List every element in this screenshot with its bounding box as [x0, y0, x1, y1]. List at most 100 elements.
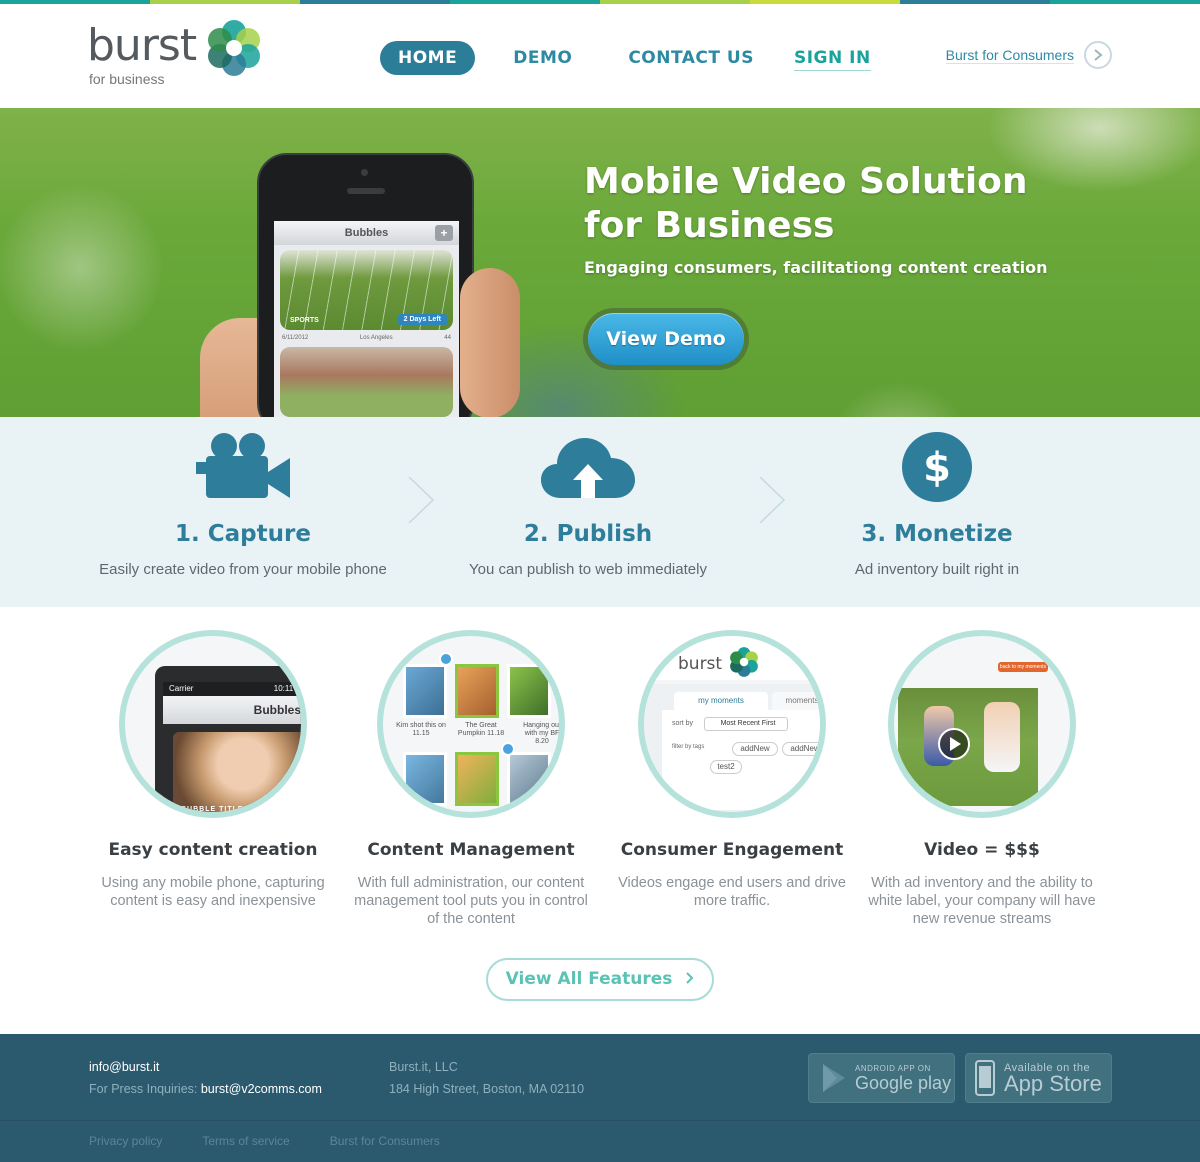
- tag-chip[interactable]: addNew: [732, 742, 778, 756]
- grid-photo: [403, 752, 447, 806]
- step-title: 1. Capture: [175, 521, 311, 547]
- feature-image-app: burst my moments moments sort by Most Re…: [638, 630, 826, 818]
- step-title: 2. Publish: [523, 521, 653, 547]
- step-monetize: $ 3. Monetize Ad inventory built right i…: [767, 417, 1107, 578]
- grid-photo: [403, 664, 447, 718]
- feature-title: Consumer Engagement: [620, 840, 844, 860]
- step-publish: 2. Publish You can publish to web immedi…: [418, 417, 758, 578]
- google-play-icon: [823, 1064, 845, 1092]
- app-store-text: Available on the App Store: [1004, 1062, 1102, 1096]
- back-to-moments-button[interactable]: back to my moments: [998, 662, 1048, 672]
- dollar-icon: $: [767, 417, 1107, 517]
- hero-title: Mobile Video Solution for Business: [584, 160, 1084, 248]
- svg-text:$: $: [923, 445, 951, 491]
- feature-image-phone: Carrier 10:11 AM Bubbles BUBBLE TITLE: [119, 630, 307, 818]
- feature-desc: With ad inventory and the ability to whi…: [868, 875, 1096, 927]
- hero-title-line: for Business: [584, 205, 835, 246]
- child-photo: [173, 732, 301, 812]
- nav-sign-in[interactable]: SIGN IN: [793, 45, 871, 71]
- site-footer: info@burst.it For Press Inquiries: burst…: [0, 1034, 1200, 1162]
- tag-chip[interactable]: addNew: [782, 742, 820, 756]
- tab-my-moments[interactable]: my moments: [674, 692, 768, 710]
- consumer-link-label: Burst for Consumers: [945, 46, 1074, 64]
- press-label: For Press Inquiries:: [89, 1082, 198, 1096]
- check-icon: [439, 652, 453, 666]
- burst-for-consumers-footer-link[interactable]: Burst for Consumers: [330, 1134, 440, 1148]
- grid-caption: Hanging out with my BF 8.20: [523, 722, 561, 745]
- step-title: 3. Monetize: [861, 521, 1013, 547]
- feature-easy-content-creation: Carrier 10:11 AM Bubbles BUBBLE TITLE Ea…: [83, 630, 343, 910]
- feature-title: Content Management: [367, 840, 575, 860]
- nav-contact-us[interactable]: CONTACT US: [610, 41, 772, 75]
- plus-icon: +: [435, 225, 453, 241]
- app-store-badge[interactable]: Available on the App Store: [965, 1053, 1112, 1103]
- card-count: 44: [444, 335, 451, 341]
- sort-label: sort by: [672, 720, 694, 727]
- time-label: 10:11 AM: [273, 684, 307, 693]
- view-demo-button[interactable]: View Demo: [588, 313, 744, 365]
- google-small-text: ANDROID APP ON: [855, 1063, 931, 1073]
- logo-subtitle: for business: [89, 71, 165, 87]
- chevron-right-icon: [686, 969, 694, 989]
- feature-consumer-engagement: burst my moments moments sort by Most Re…: [602, 630, 862, 910]
- tab-moments[interactable]: moments: [772, 692, 820, 710]
- hero-subtitle: Engaging consumers, facilitationg conten…: [584, 258, 1048, 277]
- phone-screen-title: Bubbles +: [274, 221, 459, 245]
- press-email-link[interactable]: burst@v2comms.com: [201, 1082, 322, 1096]
- feature-desc: Videos engage end users and drive more t…: [618, 875, 846, 909]
- burst-logo[interactable]: burst for business: [87, 20, 277, 92]
- privacy-policy-link[interactable]: Privacy policy: [89, 1134, 162, 1148]
- card-meta: 6/11/2012 Los Angeles 44: [274, 335, 459, 341]
- nav-home[interactable]: HOME: [380, 41, 476, 75]
- grid-caption: The Great Pumpkin 11.18: [457, 722, 505, 737]
- status-bar: Carrier 10:11 AM: [163, 682, 307, 696]
- feature-image-video: back to my moments: [888, 630, 1076, 818]
- view-all-label: View All Features: [505, 969, 673, 989]
- iphone-icon: [975, 1060, 995, 1096]
- card-tag: SPORTS: [290, 317, 319, 324]
- phone-screen: Bubbles + SPORTS 2 Days Left 6/11/2012 L…: [274, 221, 459, 417]
- video-camera-icon: [73, 417, 413, 517]
- footer-address: 184 High Street, Boston, MA 02110: [389, 1082, 585, 1096]
- burst-for-consumers-link[interactable]: Burst for Consumers: [945, 41, 1112, 69]
- google-play-badge[interactable]: ANDROID APP ON Google play: [808, 1053, 955, 1103]
- step-capture: 1. Capture Easily create video from your…: [73, 417, 413, 578]
- step-desc: Ad inventory built right in: [854, 561, 1020, 578]
- feature-title: Video = $$$: [924, 840, 1040, 860]
- play-icon[interactable]: [938, 728, 970, 760]
- burst-flower-icon: [208, 20, 260, 76]
- chevron-right-circle-icon[interactable]: [1084, 41, 1112, 69]
- step-desc: You can publish to web immediately: [469, 561, 707, 578]
- burst-flower-icon: [730, 647, 758, 677]
- view-demo-button-frame: View Demo: [583, 308, 749, 370]
- footer-divider: [0, 1120, 1200, 1121]
- feature-image-grid: Kim shot this on 11.15 The Great Pumpkin…: [377, 630, 565, 818]
- hero-title-line: Mobile Video Solution: [584, 161, 1028, 202]
- tag-chip[interactable]: test2: [710, 760, 742, 774]
- footer-links: Privacy policy Terms of service Burst fo…: [89, 1134, 440, 1148]
- footer-email-link[interactable]: info@burst.it: [89, 1060, 159, 1074]
- logo-wordmark: burst: [87, 20, 197, 71]
- cloud-upload-icon: [418, 417, 758, 517]
- feature-video-revenue: back to my moments Video = $$$ With ad i…: [852, 630, 1112, 928]
- thumb-image: [460, 268, 520, 417]
- phone-speaker: [347, 188, 385, 194]
- card-date: 6/11/2012: [282, 335, 309, 341]
- main-nav: HOME DEMO CONTACT US SIGN IN: [380, 40, 891, 76]
- view-all-features-button[interactable]: View All Features: [486, 958, 714, 1001]
- phone-mockup: Bubbles + SPORTS 2 Days Left 6/11/2012 L…: [257, 153, 474, 417]
- nav-demo[interactable]: DEMO: [495, 41, 590, 75]
- grid-photo: [455, 664, 499, 718]
- grid-caption: Kim shot this on 11.15: [396, 722, 446, 737]
- filter-label: filter by tags: [672, 744, 705, 750]
- hero-banner: Bubbles + SPORTS 2 Days Left 6/11/2012 L…: [0, 108, 1200, 417]
- footer-company: Burst.it, LLC: [389, 1060, 458, 1074]
- apple-big-text: App Store: [1004, 1071, 1102, 1096]
- feature-desc: With full administration, our content ma…: [354, 875, 588, 927]
- phone-camera: [361, 169, 368, 176]
- terms-of-service-link[interactable]: Terms of service: [202, 1134, 289, 1148]
- feature-title: Easy content creation: [108, 840, 318, 860]
- site-header: burst for business HOME DEMO CONTACT US …: [0, 4, 1200, 108]
- card-location: Los Angeles: [359, 335, 393, 341]
- sort-select[interactable]: Most Recent First: [704, 717, 788, 731]
